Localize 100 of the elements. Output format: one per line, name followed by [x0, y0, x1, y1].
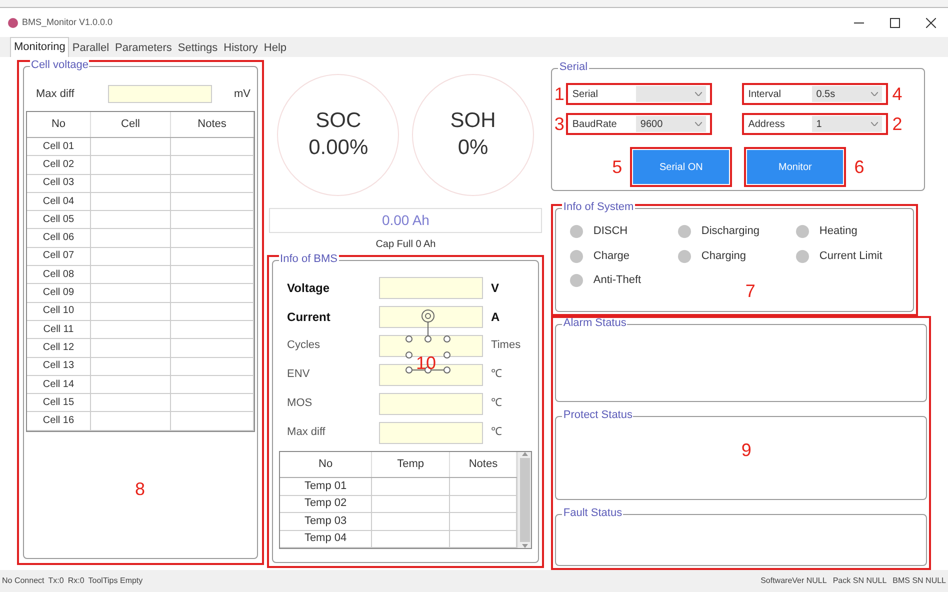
caret-icon [871, 92, 878, 96]
table-cell: Cell 09 [27, 284, 91, 302]
menu-tab[interactable]: Parameters [112, 39, 175, 57]
group-title: Info of System [562, 202, 635, 214]
caret-icon [695, 92, 702, 96]
menu-tab[interactable]: Help [260, 39, 290, 57]
group-title: Protect Status [562, 410, 634, 421]
column-header: Temp [372, 452, 450, 477]
annotation-number: 5 [612, 158, 622, 176]
status-text: BMS SN NULL [892, 575, 946, 587]
app-icon [8, 18, 18, 28]
status-text: SoftwareVer NULL [760, 575, 827, 587]
scrollbar[interactable] [517, 452, 532, 548]
close-icon [926, 18, 936, 28]
status-text: Rx:0 [68, 575, 84, 587]
selection-handles-drawing [403, 308, 454, 374]
input-field[interactable] [379, 306, 484, 328]
status-label: Heating [819, 224, 858, 240]
status-label: Charge [593, 248, 630, 264]
annotation-number: 8 [135, 480, 146, 498]
annotation-number: 6 [854, 158, 864, 176]
unit-label: Times [491, 338, 521, 354]
table-cell: Cell 13 [27, 358, 91, 375]
table-cell: Cell 11 [27, 320, 91, 338]
annotation-number: 1 [554, 85, 566, 103]
group-title: Cell voltage [30, 60, 90, 71]
table-cell: Cell 04 [27, 192, 91, 210]
input-field[interactable] [108, 85, 212, 103]
field-label: Interval [748, 88, 782, 102]
field-label: Current [287, 308, 332, 326]
table-cell: Temp 03 [280, 513, 372, 530]
maximize-icon [890, 18, 900, 28]
table-cell: Cell 06 [27, 229, 91, 247]
scrollbar-thumb[interactable] [520, 458, 530, 542]
scroll-down-icon [522, 544, 528, 548]
table-cell: Temp 01 [280, 478, 372, 494]
column-header: Cell [91, 112, 171, 137]
menu-tab[interactable]: Parallel [69, 39, 112, 57]
capacity-caption: Cap Full 0 Ah [374, 238, 437, 252]
status-text: ToolTips Empty [88, 575, 143, 587]
field-label: Serial [572, 88, 599, 102]
scroll-up-icon [522, 452, 528, 456]
table-cell: Cell 03 [27, 174, 91, 192]
column-header: No [280, 452, 372, 477]
annotation-number: 10 [416, 354, 436, 372]
window-title: BMS_Monitor V1.0.0.0 [22, 16, 113, 29]
field-label: Voltage [287, 280, 330, 296]
capacity-display: 0.00 Ah [269, 208, 542, 233]
group-title: Fault Status [562, 508, 624, 519]
input-field[interactable] [379, 276, 484, 298]
field-label: Cycles [287, 338, 322, 354]
caret-icon [871, 122, 878, 126]
dropdown[interactable]: 9600 [636, 116, 706, 132]
annotation-number: 4 [892, 85, 902, 103]
annotation-number: 2 [892, 115, 902, 133]
unit-label: V [491, 280, 500, 296]
status-label: Current Limit [819, 248, 882, 264]
table-cell: Cell 07 [27, 248, 91, 266]
status-text: Pack SN NULL [832, 575, 887, 587]
status-label: Anti-Theft [593, 273, 642, 288]
gauge-label: SOC [316, 108, 362, 134]
field-label: ENV [287, 367, 311, 382]
menu-tab[interactable]: History [220, 39, 261, 57]
table-cell: Cell 02 [27, 156, 91, 174]
column-header: Notes [171, 112, 254, 137]
group-title: Alarm Status [562, 318, 628, 329]
field-label: Address [748, 118, 786, 132]
table-cell: Cell 12 [27, 339, 91, 357]
table-cell: Cell 15 [27, 394, 91, 412]
gauge-value: 0.00% [308, 134, 368, 160]
unit-label: mV [234, 86, 250, 102]
dropdown[interactable]: 1 [812, 116, 882, 132]
dropdown[interactable]: 0.5s [812, 86, 882, 102]
table-cell: Temp 04 [280, 530, 372, 547]
input-field[interactable] [379, 392, 484, 414]
table-cell: Temp 02 [280, 496, 372, 512]
table-cell: Cell 08 [27, 266, 91, 284]
gauge-value: 0% [458, 134, 488, 160]
status-text: No Connect [2, 575, 44, 587]
input-field[interactable] [379, 422, 484, 444]
field-label: Max diff [36, 86, 76, 102]
annotation-number: 9 [741, 441, 752, 459]
annotation-number: 3 [554, 115, 566, 133]
status-label: Charging [701, 248, 746, 264]
unit-label: ℃ [491, 425, 502, 440]
field-label: Max diff [287, 425, 326, 440]
dropdown[interactable] [636, 86, 706, 102]
annotation-number: 7 [745, 282, 756, 300]
status-label: Discharging [701, 224, 760, 240]
field-label: BaudRate [572, 118, 618, 132]
column-header: No [27, 112, 91, 137]
table-cell: Cell 10 [27, 302, 91, 320]
table-cell: Cell 01 [27, 138, 91, 156]
unit-label: A [491, 308, 500, 326]
menu-tab[interactable]: Settings [174, 39, 221, 57]
group-title: Serial [558, 62, 589, 73]
status-text: Tx:0 [48, 575, 64, 587]
menu-tab[interactable]: Monitoring [10, 37, 70, 57]
input-field[interactable] [379, 334, 484, 356]
field-label: MOS [287, 396, 314, 412]
